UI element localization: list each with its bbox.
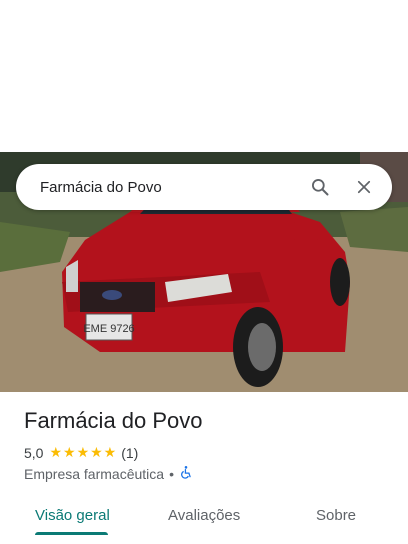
- rating-value: 5,0: [24, 444, 44, 461]
- place-title: Farmácia do Povo: [24, 408, 203, 433]
- category-row: Empresa farmacêutica •: [24, 465, 193, 482]
- license-plate-text: EME 9726: [83, 323, 134, 335]
- separator-dot: •: [169, 465, 174, 482]
- wheelchair-icon: [179, 465, 193, 482]
- search-icon[interactable]: [306, 173, 334, 201]
- close-icon[interactable]: [350, 173, 378, 201]
- rating-row[interactable]: 5,0 ★★★★★ (1): [24, 444, 138, 461]
- tab-about[interactable]: Sobre: [316, 498, 356, 532]
- star-rating-icon: ★★★★★: [49, 444, 118, 460]
- search-bar[interactable]: Farmácia do Povo: [16, 164, 392, 210]
- review-count[interactable]: (1): [121, 445, 138, 461]
- tab-bar: Visão geral Avaliações Sobre: [0, 498, 408, 538]
- tab-overview[interactable]: Visão geral: [35, 498, 110, 532]
- search-query-text[interactable]: Farmácia do Povo: [40, 179, 290, 196]
- category-label: Empresa farmacêutica: [24, 465, 165, 482]
- tab-reviews[interactable]: Avaliações: [168, 498, 240, 532]
- active-tab-indicator: [35, 532, 108, 535]
